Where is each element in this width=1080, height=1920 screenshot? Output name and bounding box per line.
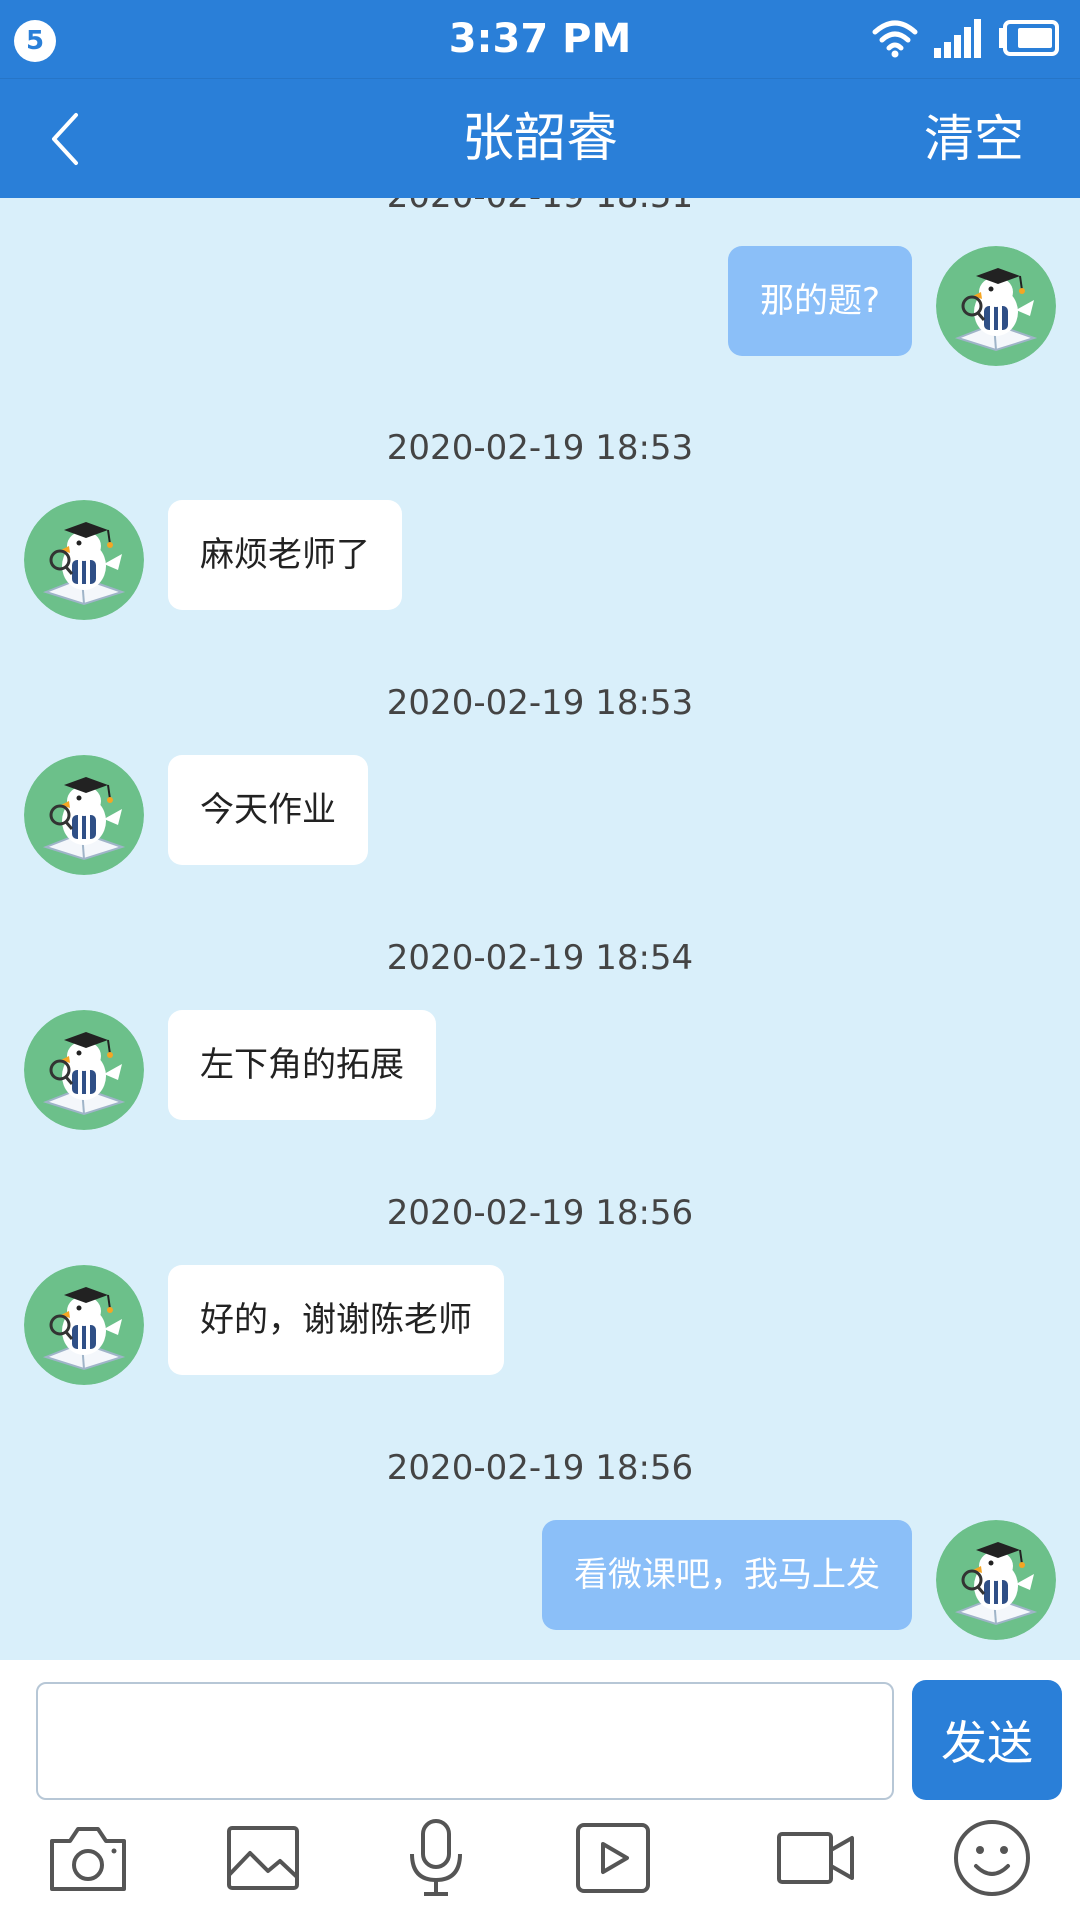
emoji-icon: [954, 1820, 1030, 1896]
status-icons: [872, 18, 1060, 62]
video-play-icon: [576, 1823, 650, 1893]
voice-button[interactable]: [386, 1808, 486, 1908]
avatar[interactable]: [24, 1265, 144, 1385]
avatar[interactable]: [24, 1010, 144, 1130]
message-timestamp: 2020-02-19 18:56: [386, 1448, 694, 1488]
camera-icon: [50, 1827, 126, 1891]
message-timestamp: 2020-02-19 18:53: [386, 428, 694, 468]
video-play-button[interactable]: [563, 1808, 663, 1908]
image-button[interactable]: [213, 1808, 313, 1908]
composer: 发送: [0, 1660, 1080, 1920]
incoming-message-bubble[interactable]: 麻烦老师了: [168, 500, 402, 610]
message-input[interactable]: [36, 1682, 894, 1800]
microphone-icon: [410, 1819, 462, 1896]
outgoing-message-bubble[interactable]: 看微课吧，我马上发: [542, 1520, 912, 1630]
clear-button[interactable]: 清空: [924, 79, 1024, 199]
avatar[interactable]: [936, 1520, 1056, 1640]
page-title: 张韶睿: [461, 109, 618, 169]
chat-area[interactable]: 2020-02-19 18:51 那的题? 2020-02-19 18:53: [0, 198, 1080, 1660]
message-timestamp: 2020-02-19 18:56: [386, 1193, 694, 1233]
video-call-button[interactable]: [766, 1808, 866, 1908]
status-bar: 5 3:37 PM: [0, 0, 1080, 78]
signal-icon: [934, 18, 982, 62]
camera-button[interactable]: [38, 1808, 138, 1908]
avatar[interactable]: [24, 755, 144, 875]
message-timestamp: 2020-02-19 18:54: [386, 938, 694, 978]
nav-bar: 张韶睿 清空: [0, 78, 1080, 198]
image-icon: [227, 1826, 299, 1890]
avatar[interactable]: [936, 246, 1056, 366]
battery-icon: [998, 20, 1060, 60]
outgoing-message-bubble[interactable]: 那的题?: [727, 246, 912, 356]
message-timestamp: 2020-02-19 18:53: [386, 683, 694, 723]
video-camera-icon: [777, 1832, 854, 1884]
wifi-icon: [872, 18, 918, 62]
incoming-message-bubble[interactable]: 左下角的拓展: [168, 1010, 436, 1120]
incoming-message-bubble[interactable]: 今天作业: [168, 755, 368, 865]
input-toolbar: [0, 1808, 1080, 1920]
avatar[interactable]: [24, 500, 144, 620]
send-button[interactable]: 发送: [912, 1680, 1062, 1800]
emoji-button[interactable]: [942, 1808, 1042, 1908]
incoming-message-bubble[interactable]: 好的，谢谢陈老师: [168, 1265, 504, 1375]
message-timestamp: 2020-02-19 18:51: [0, 198, 1080, 216]
